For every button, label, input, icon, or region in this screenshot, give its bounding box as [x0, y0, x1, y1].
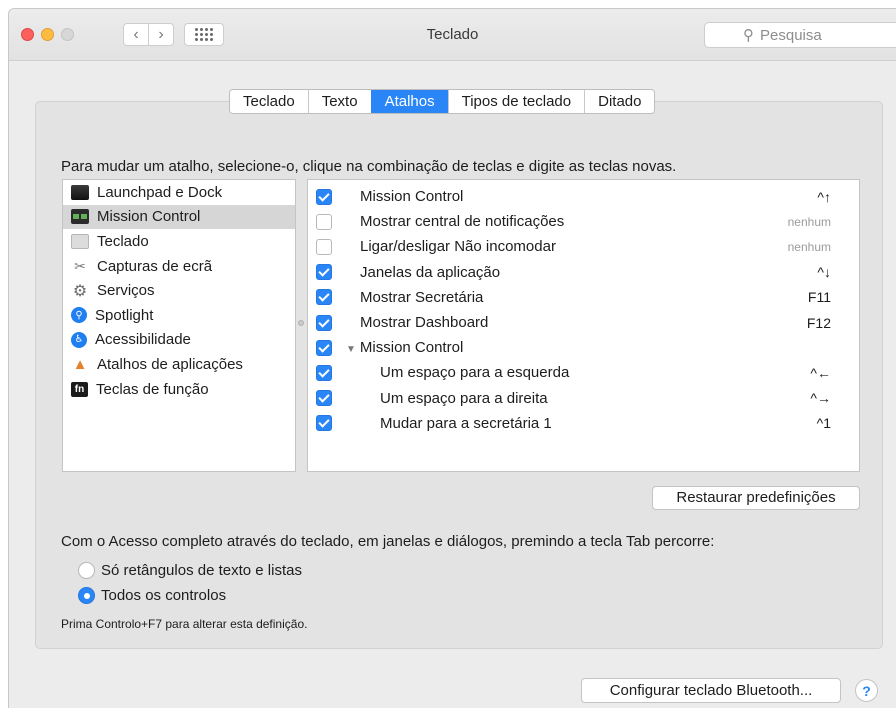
- shortcut-group-row[interactable]: ▼ Mission Control: [308, 335, 859, 360]
- category-item[interactable]: ♿ Acessibilidade: [63, 328, 295, 353]
- shortcut-row[interactable]: Mission Control ^↑: [308, 184, 859, 209]
- search-icon: ⚲: [743, 27, 754, 44]
- category-label: Teclas de função: [96, 380, 209, 398]
- shortcut-checkbox[interactable]: [316, 213, 332, 230]
- shortcut-row[interactable]: Mostrar Secretária F11: [308, 285, 859, 310]
- help-button[interactable]: ?: [855, 679, 878, 702]
- shortcut-label: Mostrar Secretária: [360, 288, 484, 306]
- category-label: Teclado: [97, 232, 149, 250]
- shortcut-label: Mission Control: [360, 188, 464, 206]
- shortcut-label: Mostrar central de notificações: [360, 213, 565, 231]
- tab-tipos-de-teclado[interactable]: Tipos de teclado: [447, 90, 585, 113]
- launchpad-icon: [71, 184, 89, 200]
- shortcut-list[interactable]: Mission Control ^↑ Mostrar central de no…: [307, 179, 860, 472]
- shortcut-key[interactable]: nenhum: [788, 240, 831, 254]
- shortcut-checkbox[interactable]: [316, 238, 332, 255]
- category-item[interactable]: Launchpad e Dock: [63, 180, 295, 205]
- bluetooth-keyboard-button[interactable]: Configurar teclado Bluetooth...: [581, 678, 841, 703]
- shortcut-checkbox[interactable]: [316, 314, 332, 331]
- radio-label: Só retângulos de texto e listas: [101, 562, 302, 579]
- keyboard-icon: [71, 233, 89, 249]
- shortcut-row[interactable]: Mostrar Dashboard F12: [308, 310, 859, 335]
- full-keyboard-access-text: Com o Acesso completo através do teclado…: [61, 533, 715, 550]
- disclosure-triangle-icon[interactable]: ▼: [346, 344, 356, 355]
- shortcut-checkbox[interactable]: [316, 264, 332, 281]
- category-list[interactable]: Launchpad e Dock Mission Control Teclado…: [62, 179, 296, 472]
- category-label: Atalhos de aplicações: [97, 355, 243, 373]
- shortcut-key[interactable]: ^→: [810, 390, 831, 406]
- search-input[interactable]: ⚲ Pesquisa: [704, 22, 896, 48]
- tab-atalhos[interactable]: Atalhos: [370, 90, 448, 113]
- category-item[interactable]: ⚲ Spotlight: [63, 303, 295, 328]
- group-label[interactable]: ▼ Mission Control: [346, 339, 463, 356]
- shortcut-key[interactable]: F12: [807, 315, 831, 331]
- shortcut-label: Um espaço para a esquerda: [380, 364, 570, 382]
- shortcut-row[interactable]: Um espaço para a esquerda ^←: [308, 360, 859, 385]
- title-bar: ‹ › Teclado ⚲ Pesquisa: [9, 9, 896, 61]
- shortcut-checkbox[interactable]: [316, 415, 332, 432]
- shortcut-key[interactable]: ^1: [817, 415, 831, 431]
- radio-label: Todos os controlos: [101, 587, 227, 604]
- shortcut-key[interactable]: F11: [808, 289, 831, 305]
- category-label: Acessibilidade: [95, 331, 191, 349]
- tab-bar: Teclado Texto Atalhos Tipos de teclado D…: [229, 89, 656, 114]
- shortcut-checkbox[interactable]: [316, 390, 332, 407]
- shortcut-row[interactable]: Janelas da aplicação ^↓: [308, 260, 859, 285]
- shortcut-checkbox[interactable]: [316, 364, 332, 381]
- preferences-window: ‹ › Teclado ⚲ Pesquisa Teclado Texto Ata…: [8, 8, 896, 708]
- shortcut-key[interactable]: ^↑: [817, 189, 831, 205]
- shortcut-key[interactable]: nenhum: [788, 215, 831, 229]
- shortcut-row[interactable]: Um espaço para a direita ^→: [308, 386, 859, 411]
- radio-button[interactable]: [78, 562, 95, 579]
- category-label: Capturas de ecrã: [97, 257, 213, 275]
- category-label: Launchpad e Dock: [97, 183, 223, 201]
- category-label: Spotlight: [95, 306, 154, 324]
- shortcut-checkbox[interactable]: [316, 188, 332, 205]
- hint-text: Prima Controlo+F7 para alterar esta defi…: [61, 617, 308, 631]
- shortcut-key[interactable]: ^↓: [817, 264, 831, 280]
- restore-defaults-button[interactable]: Restaurar predefinições: [652, 486, 860, 510]
- screenshot-icon: ✂: [74, 257, 86, 274]
- category-item[interactable]: fn Teclas de função: [63, 377, 295, 402]
- category-item[interactable]: ⚙ Serviços: [63, 278, 295, 303]
- tab-ditado[interactable]: Ditado: [584, 90, 655, 113]
- category-item[interactable]: ✂ Capturas de ecrã: [63, 254, 295, 279]
- app-shortcuts-icon: ▲: [72, 355, 88, 373]
- radio-all-controls[interactable]: Todos os controlos: [78, 587, 226, 604]
- shortcut-row[interactable]: Ligar/desligar Não incomodar nenhum: [308, 234, 859, 259]
- shortcut-row[interactable]: Mostrar central de notificações nenhum: [308, 209, 859, 234]
- accessibility-icon: ♿: [71, 331, 87, 348]
- shortcut-label: Janelas da aplicação: [360, 263, 501, 281]
- radio-text-boxes-and-lists[interactable]: Só retângulos de texto e listas: [78, 562, 302, 579]
- instruction-text: Para mudar um atalho, selecione-o, cliqu…: [61, 158, 677, 175]
- category-item[interactable]: ▲ Atalhos de aplicações: [63, 352, 295, 377]
- spotlight-icon: ⚲: [71, 307, 87, 324]
- shortcut-label: Ligar/desligar Não incomodar: [360, 238, 556, 256]
- fn-icon: fn: [71, 381, 88, 397]
- category-item[interactable]: Teclado: [63, 229, 295, 254]
- mission-control-icon: [71, 209, 89, 225]
- shortcut-label: Um espaço para a direita: [380, 389, 548, 407]
- tab-teclado[interactable]: Teclado: [230, 90, 308, 113]
- shortcut-label: Mostrar Dashboard: [360, 314, 489, 332]
- shortcut-label: Mudar para a secretária 1: [380, 414, 552, 432]
- radio-button-selected[interactable]: [78, 587, 95, 604]
- gear-icon: ⚙: [72, 282, 88, 300]
- shortcut-row[interactable]: Mudar para a secretária 1 ^1: [308, 411, 859, 436]
- category-label: Serviços: [97, 282, 155, 300]
- search-placeholder: Pesquisa: [760, 26, 822, 44]
- shortcut-checkbox[interactable]: [316, 339, 332, 356]
- shortcut-key[interactable]: ^←: [810, 365, 831, 381]
- category-label: Mission Control: [97, 208, 201, 226]
- shortcut-label: Mission Control: [359, 339, 464, 357]
- shortcut-checkbox[interactable]: [316, 289, 332, 306]
- category-item-selected[interactable]: Mission Control: [63, 204, 295, 230]
- tab-texto[interactable]: Texto: [307, 90, 371, 113]
- split-divider-handle[interactable]: [298, 320, 304, 326]
